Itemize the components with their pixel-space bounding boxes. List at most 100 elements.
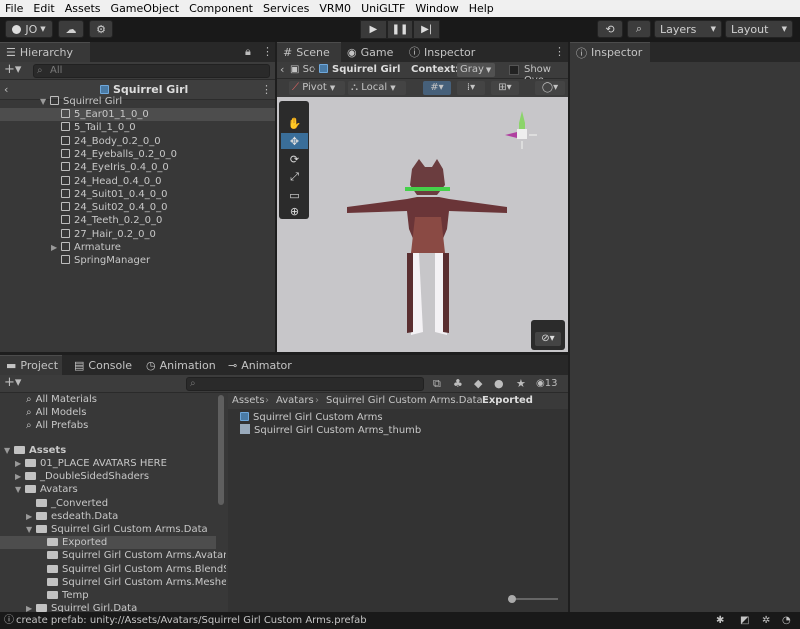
scene-orientation-gizmo[interactable] <box>495 105 550 160</box>
debug-icon[interactable]: ✱ <box>716 612 724 629</box>
file-item[interactable]: Squirrel Girl Custom Arms <box>240 411 383 424</box>
hierarchy-item[interactable]: 24_Suit01_0.4_0_0 <box>0 188 275 201</box>
back-arrow-icon[interactable]: ‹ <box>280 63 284 77</box>
hierarchy-item[interactable]: 27_Hair_0.2_0_0 <box>0 228 275 241</box>
transform-tool-button[interactable]: ⊕ <box>281 203 308 219</box>
menu-file[interactable]: File <box>0 2 28 15</box>
favorite-all-materials[interactable]: ⌕ All Materials <box>26 393 97 406</box>
scene-viewport[interactable]: ✋ ✥ ⟳ ⤢ ▭ ⊕ ⊘▾ <box>277 97 568 352</box>
tab-scene[interactable]: # Scene <box>277 42 341 62</box>
menu-component[interactable]: Component <box>184 2 258 15</box>
tab-inspector-scene[interactable]: ⓘ Inspector <box>403 42 483 62</box>
menu-edit[interactable]: Edit <box>28 2 59 15</box>
collab-button[interactable]: ⚙ <box>89 20 113 38</box>
layout-dropdown[interactable]: Layout ▼ <box>725 20 793 38</box>
tab-animator[interactable]: ⊸ Animator <box>222 355 302 375</box>
hierarchy-item[interactable]: 5_Tail_1_0_0 <box>0 121 275 134</box>
kebab-menu-icon[interactable]: ⋮ <box>554 45 565 59</box>
context-dropdown[interactable]: Gray ▼ <box>457 63 495 77</box>
hierarchy-item[interactable]: 24_EyeIris_0.4_0_0 <box>0 161 275 174</box>
chevron-right-icon[interactable]: ▶ <box>26 510 36 523</box>
chevron-down-icon[interactable]: ▼ <box>40 95 50 108</box>
tag-icon[interactable]: ◆ <box>474 377 482 391</box>
folder-tree-item[interactable]: ▶ Squirrel Girl.Data <box>0 602 216 612</box>
shading-mode-button[interactable]: ◯▾ <box>535 81 565 95</box>
chevron-right-icon[interactable]: ▶ <box>15 470 25 483</box>
lock-icon[interactable]: 🔒︎ <box>245 45 251 59</box>
search-by-type-icon[interactable]: ⧉ <box>433 377 441 391</box>
hidden-count[interactable]: ◉13 <box>536 377 557 391</box>
chevron-right-icon[interactable]: ▶ <box>15 457 25 470</box>
folder-tree-item[interactable]: Squirrel Girl Custom Arms.Avatar <box>0 549 226 562</box>
rotate-tool-button[interactable]: ⟳ <box>281 151 308 167</box>
cloud-button[interactable]: ☁ <box>58 20 84 38</box>
slider-thumb[interactable] <box>508 595 516 603</box>
tree-scrollbar[interactable] <box>218 395 224 505</box>
avatar-model[interactable] <box>337 157 517 347</box>
folder-tree-item[interactable]: _Converted <box>0 497 216 510</box>
icon-size-slider[interactable] <box>508 595 558 603</box>
folder-tree-item[interactable]: Exported <box>0 536 216 550</box>
menu-unigltf[interactable]: UniGLTF <box>356 2 410 15</box>
breadcrumb-avatars[interactable]: Avatars <box>276 393 314 409</box>
menu-assets[interactable]: Assets <box>60 2 106 15</box>
tab-inspector[interactable]: ⓘ Inspector <box>570 42 650 62</box>
menu-vrm0[interactable]: VRM0 <box>314 2 356 15</box>
menu-window[interactable]: Window <box>410 2 463 15</box>
hierarchy-item[interactable]: 5_Ear01_1_0_0 <box>0 108 275 121</box>
progress-icon[interactable]: ◔ <box>782 612 791 629</box>
favorite-all-prefabs[interactable]: ⌕ All Prefabs <box>26 419 88 432</box>
grid-snap-button[interactable]: #▾ <box>423 81 451 95</box>
hierarchy-item[interactable]: 24_Eyeballs_0.2_0_0 <box>0 148 275 161</box>
rect-tool-button[interactable]: ▭ <box>281 187 308 203</box>
chevron-down-icon[interactable]: ▼ <box>15 483 25 496</box>
hierarchy-item[interactable]: 24_Suit02_0.4_0_0 <box>0 201 275 214</box>
hierarchy-item[interactable]: 24_Teeth_0.2_0_0 <box>0 214 275 227</box>
tab-animation[interactable]: ◷ Animation <box>140 355 220 375</box>
favorite-all-models[interactable]: ⌕ All Models <box>26 406 86 419</box>
tab-project[interactable]: ▬ Project <box>0 355 62 375</box>
folder-tree-item[interactable]: ▼ Squirrel Girl Custom Arms.Data <box>0 523 216 536</box>
hierarchy-item[interactable]: ▶ Armature <box>0 241 275 254</box>
file-item[interactable]: Squirrel Girl Custom Arms_thumb <box>240 424 421 437</box>
tab-hierarchy[interactable]: ☰ Hierarchy <box>0 42 90 62</box>
project-search-input[interactable]: ⌕ <box>186 377 424 391</box>
scale-tool-button[interactable]: ⤢ <box>281 169 308 185</box>
pause-button[interactable]: ❚❚ <box>386 20 414 39</box>
account-button[interactable]: JO ▼ <box>5 20 53 38</box>
bug-icon[interactable]: ✲ <box>762 612 770 629</box>
menu-help[interactable]: Help <box>464 2 499 15</box>
network-icon[interactable]: ◩ <box>740 612 749 629</box>
breadcrumb-exported[interactable]: Exported <box>482 393 533 409</box>
history-button[interactable]: ⟲ <box>597 20 623 38</box>
chevron-right-icon[interactable]: ▶ <box>26 602 36 612</box>
breadcrumb-scene[interactable]: ▣ Sc <box>290 64 315 75</box>
menu-gameobject[interactable]: GameObject <box>106 2 185 15</box>
menu-services[interactable]: Services <box>258 2 314 15</box>
breadcrumb-data-folder[interactable]: Squirrel Girl Custom Arms.Data <box>326 393 483 409</box>
breadcrumb-assets[interactable]: Assets <box>232 393 265 409</box>
chevron-right-icon[interactable]: ▶ <box>51 241 61 254</box>
move-tool-button[interactable]: ✥ <box>281 133 308 149</box>
folder-tree-item[interactable]: Temp <box>0 589 216 602</box>
folder-tree-item[interactable]: Squirrel Girl Custom Arms.BlendS <box>0 563 226 576</box>
alert-icon[interactable]: ● <box>494 377 504 391</box>
search-button[interactable]: ⌕ <box>627 20 651 38</box>
folder-tree-item[interactable]: Squirrel Girl Custom Arms.Meshes <box>0 576 226 589</box>
create-button[interactable]: +▾ <box>4 376 21 390</box>
breadcrumb-prefab[interactable]: Squirrel Girl <box>319 64 400 75</box>
hierarchy-item[interactable]: SpringManager <box>0 254 275 267</box>
favorite-star-icon[interactable]: ★ <box>516 377 526 391</box>
layers-dropdown[interactable]: Layers ▼ <box>654 20 722 38</box>
folder-tree-item[interactable]: ▶ _DoubleSidedShaders <box>0 470 216 483</box>
hierarchy-item[interactable]: 24_Head_0.4_0_0 <box>0 175 275 188</box>
kebab-menu-icon[interactable]: ⋮ <box>262 45 273 59</box>
status-message[interactable]: create prefab: unity://Assets/Avatars/Sq… <box>16 612 367 629</box>
hierarchy-root-row[interactable]: ▼ Squirrel Girl <box>0 95 275 108</box>
search-by-label-icon[interactable]: ♣ <box>453 377 463 391</box>
folder-tree-item[interactable]: ▶ 01_PLACE AVATARS HERE <box>0 457 216 470</box>
step-button[interactable]: ▶| <box>413 20 441 39</box>
folder-tree-item[interactable]: ▶ esdeath.Data <box>0 510 216 523</box>
camera-options-button[interactable]: ⊘▾ <box>535 332 561 346</box>
show-overrides-checkbox[interactable] <box>509 65 519 75</box>
